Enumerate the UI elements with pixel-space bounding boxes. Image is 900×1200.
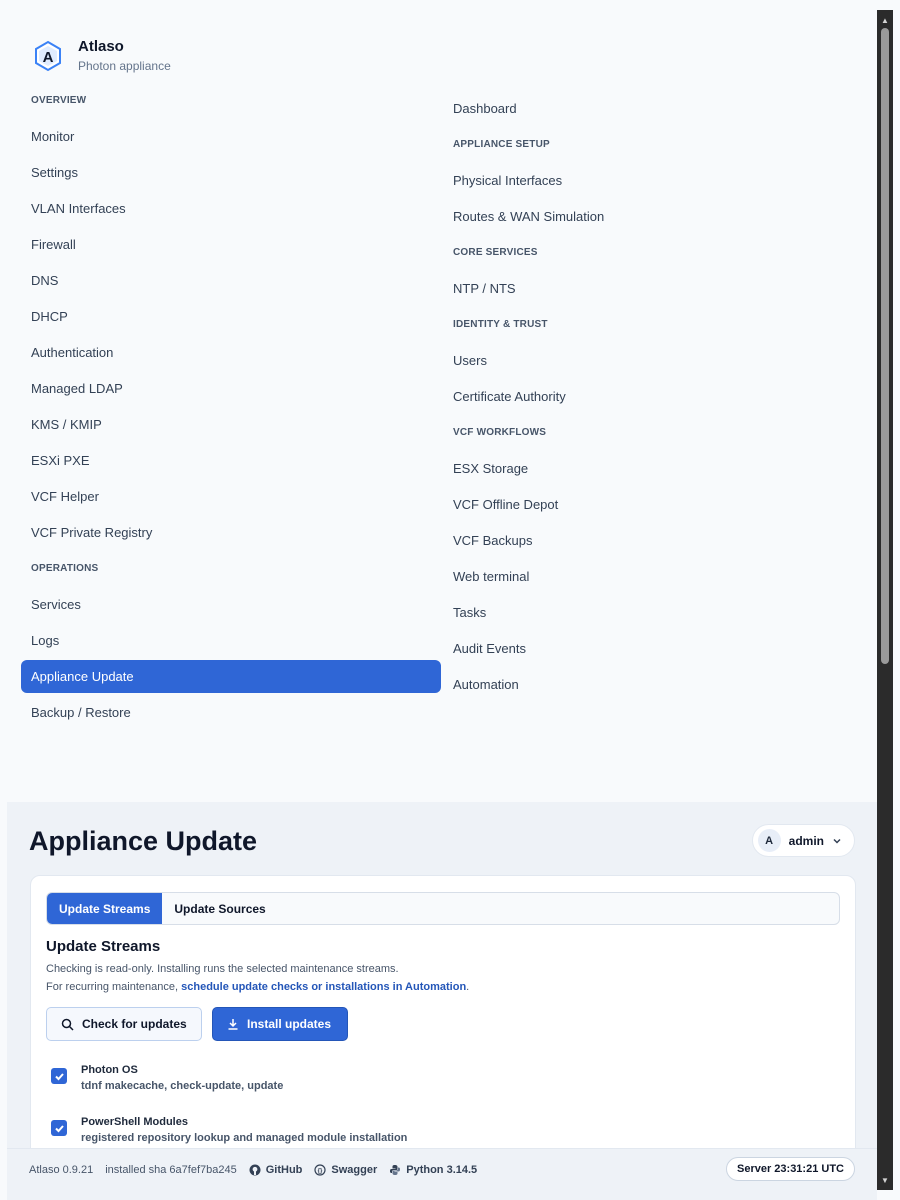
footer: Atlaso 0.9.21 installed sha 6a7fef7ba245… — [7, 1148, 877, 1190]
check-for-updates-label: Check for updates — [82, 1017, 187, 1031]
sidebar-item-managed-ldap[interactable]: Managed LDAP — [21, 370, 441, 406]
stream-checkbox[interactable] — [51, 1068, 67, 1084]
sidebar-nav-right: Dashboard APPLIANCE SETUP Physical Interfa… — [443, 90, 863, 702]
install-updates-label: Install updates — [247, 1017, 332, 1031]
sidebar-item-appliance-update[interactable]: Appliance Update — [21, 660, 441, 693]
sidebar-item-dashboard[interactable]: Dashboard — [443, 90, 863, 126]
sidebar-item-authentication[interactable]: Authentication — [21, 334, 441, 370]
tab-update-sources[interactable]: Update Sources — [162, 893, 277, 924]
github-label: GitHub — [265, 1163, 303, 1176]
sidebar-item-users[interactable]: Users — [443, 342, 863, 378]
stream-description: registered repository lookup and managed… — [81, 1132, 408, 1144]
sidebar-item-monitor[interactable]: Monitor — [21, 118, 441, 154]
install-updates-button[interactable]: Install updates — [212, 1007, 348, 1041]
brand-name: Atlaso — [78, 38, 124, 55]
github-link[interactable]: GitHub — [249, 1163, 303, 1176]
description-line-1: Checking is read-only. Installing runs t… — [46, 963, 399, 975]
automation-link[interactable]: schedule update checks or installations … — [181, 981, 466, 993]
nav-section-operations: OPERATIONS — [31, 562, 99, 574]
brand-subtitle: Photon appliance — [78, 59, 171, 73]
sidebar-item-audit-events[interactable]: Audit Events — [443, 630, 863, 666]
description-line-2: For recurring maintenance, schedule upda… — [46, 978, 469, 996]
sidebar-item-services[interactable]: Services — [21, 586, 441, 622]
tab-bar: Update Streams Update Sources — [46, 892, 840, 925]
swagger-icon: {} — [314, 1163, 326, 1176]
sidebar-item-vcf-helper[interactable]: VCF Helper — [21, 478, 441, 514]
sidebar-item-esxi-pxe[interactable]: ESXi PXE — [21, 442, 441, 478]
sidebar-item-settings[interactable]: Settings — [21, 154, 441, 190]
download-icon — [228, 1019, 238, 1030]
sidebar-item-dns[interactable]: DNS — [21, 262, 441, 298]
checkmark-icon — [54, 1124, 64, 1132]
description-suffix: . — [466, 981, 470, 993]
stream-checkbox[interactable] — [51, 1120, 67, 1136]
nav-section-overview: OVERVIEW — [31, 94, 87, 106]
sidebar-item-ntp-nts[interactable]: NTP / NTS — [443, 270, 863, 306]
swagger-link[interactable]: {} Swagger — [314, 1164, 377, 1176]
atlaso-logo-icon: A — [35, 40, 61, 72]
checkmark-icon — [54, 1072, 64, 1080]
nav-section-vcf-workflows: VCF WORKFLOWS — [453, 426, 547, 438]
description-prefix: For recurring maintenance, — [46, 981, 182, 993]
python-icon — [390, 1164, 401, 1175]
stream-name: PowerShell Modules — [81, 1116, 188, 1128]
check-for-updates-button[interactable]: Check for updates — [46, 1007, 202, 1041]
sidebar-item-logs[interactable]: Logs — [21, 622, 441, 658]
sidebar-item-tasks[interactable]: Tasks — [443, 594, 863, 630]
swagger-label: Swagger — [331, 1163, 378, 1176]
server-time-badge: Server 23:31:21 UTC — [725, 1157, 855, 1181]
sidebar-item-certificate-authority[interactable]: Certificate Authority — [443, 378, 863, 414]
scroll-down-arrow[interactable]: ▼ — [877, 1172, 893, 1188]
github-icon — [249, 1164, 261, 1175]
sidebar-item-physical-interfaces[interactable]: Physical Interfaces — [443, 162, 863, 198]
nav-section-core-services: CORE SERVICES — [453, 246, 538, 258]
sidebar-item-dhcp[interactable]: DHCP — [21, 298, 441, 334]
version-text: Atlaso 0.9.21 — [29, 1163, 94, 1176]
nav-section-appliance-setup: APPLIANCE SETUP — [453, 138, 550, 150]
search-icon — [61, 1018, 74, 1031]
section-description: Checking is read-only. Installing runs t… — [46, 960, 469, 996]
sidebar-item-routes-and-wan-simulation[interactable]: Routes & WAN Simulation — [443, 198, 863, 234]
avatar: A — [757, 829, 781, 852]
stream-powershell-modules[interactable]: PowerShell Modules registered repository… — [51, 1114, 407, 1146]
user-menu-button[interactable]: A admin — [751, 824, 855, 857]
sidebar-item-vcf-backups[interactable]: VCF Backups — [443, 522, 863, 558]
page-title: Appliance Update — [29, 826, 258, 856]
brand[interactable]: A Atlaso Photon appliance — [32, 38, 171, 74]
sidebar-item-kms-kmip[interactable]: KMS / KMIP — [21, 406, 441, 442]
svg-text:A: A — [43, 49, 54, 66]
sidebar-item-vlan-interfaces[interactable]: VLAN Interfaces — [21, 190, 441, 226]
sidebar-item-backup-restore[interactable]: Backup / Restore — [21, 694, 441, 730]
update-card: Update Streams Update Sources Update Str… — [30, 875, 856, 1165]
section-title: Update Streams — [46, 938, 161, 955]
stream-photon-os[interactable]: Photon OS tdnf makecache, check-update, … — [51, 1062, 283, 1094]
nav-section-identity-and-trust: IDENTITY & TRUST — [453, 318, 548, 330]
tab-update-streams[interactable]: Update Streams — [47, 893, 163, 924]
sidebar-item-vcf-private-registry[interactable]: VCF Private Registry — [21, 514, 441, 550]
scroll-thumb[interactable] — [881, 28, 889, 664]
python-label: Python 3.14.5 — [406, 1163, 478, 1176]
user-name: admin — [788, 833, 824, 848]
chevron-down-icon — [833, 838, 841, 844]
sidebar-item-firewall[interactable]: Firewall — [21, 226, 441, 262]
svg-text:{}: {} — [318, 1168, 323, 1174]
sidebar-item-automation[interactable]: Automation — [443, 666, 863, 702]
sidebar: A Atlaso Photon appliance OVERVIEW Monito… — [0, 0, 877, 802]
python-version: Python 3.14.5 — [389, 1164, 477, 1176]
stream-description: tdnf makecache, check-update, update — [81, 1080, 284, 1092]
page-scrollbar[interactable]: ▲ ▼ — [877, 10, 893, 1190]
stream-name: Photon OS — [81, 1064, 138, 1076]
main-content: Appliance Update A admin Update Streams … — [7, 802, 877, 1200]
sidebar-item-web-terminal[interactable]: Web terminal — [443, 558, 863, 594]
sidebar-item-vcf-offline-depot[interactable]: VCF Offline Depot — [443, 486, 863, 522]
scroll-up-arrow[interactable]: ▲ — [877, 12, 893, 28]
installed-sha: installed sha 6a7fef7ba245 — [105, 1163, 237, 1176]
sidebar-item-esx-storage[interactable]: ESX Storage — [443, 450, 863, 486]
sidebar-nav-left: OVERVIEW Monitor Settings VLAN Interfaces Fi… — [21, 82, 441, 730]
